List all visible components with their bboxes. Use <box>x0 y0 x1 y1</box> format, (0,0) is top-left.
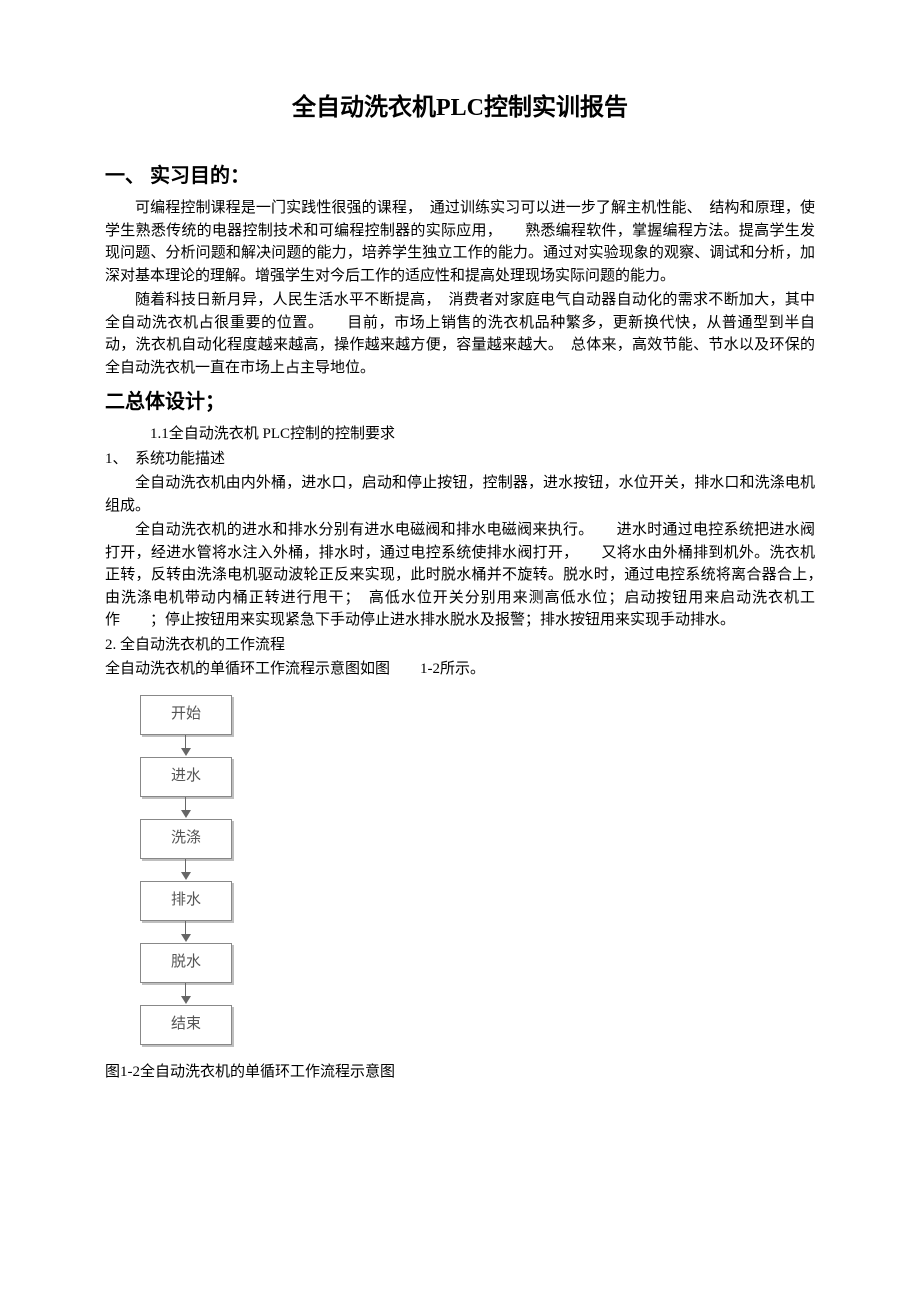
section-2-sub1: 1.1全自动洗衣机 PLC控制的控制要求 <box>105 423 815 446</box>
section-2-heading: 二总体设计； <box>105 387 815 417</box>
flowchart-arrow-icon <box>140 859 230 881</box>
flowchart-step-inlet: 进水 <box>140 757 232 797</box>
flowchart-arrow-icon <box>140 735 230 757</box>
figure-caption: 图1-2全自动洗衣机的单循环工作流程示意图 <box>105 1061 815 1084</box>
section-2-item1-p2: 全自动洗衣机的进水和排水分别有进水电磁阀和排水电磁阀来执行。 进水时通过电控系统… <box>105 519 815 632</box>
section-2-item2-p1: 全自动洗衣机的单循环工作流程示意图如图 1-2所示。 <box>105 658 815 681</box>
flowchart-arrow-icon <box>140 797 230 819</box>
section-2-item1-p1: 全自动洗衣机由内外桶，进水口，启动和停止按钮，控制器，进水按钮，水位开关，排水口… <box>105 472 815 517</box>
flowchart-step-drain: 排水 <box>140 881 232 921</box>
section-2-item2-label: 2. 全自动洗衣机的工作流程 <box>105 634 815 657</box>
flowchart-step-end: 结束 <box>140 1005 232 1045</box>
section-1-paragraph-2: 随着科技日新月异，人民生活水平不断提高， 消费者对家庭电气自动器自动化的需求不断… <box>105 289 815 379</box>
section-1-heading: 一、 实习目的： <box>105 161 815 191</box>
flowchart-step-wash: 洗涤 <box>140 819 232 859</box>
flowchart-step-spin: 脱水 <box>140 943 232 983</box>
section-2-item1-label: 1、 系统功能描述 <box>105 448 815 471</box>
document-title: 全自动洗衣机PLC控制实训报告 <box>105 90 815 126</box>
flowchart-arrow-icon <box>140 921 230 943</box>
flowchart-step-start: 开始 <box>140 695 232 735</box>
section-1-paragraph-1: 可编程控制课程是一门实践性很强的课程， 通过训练实习可以进一步了解主机性能、 结… <box>105 197 815 287</box>
flowchart-arrow-icon <box>140 983 230 1005</box>
flowchart: 开始 进水 洗涤 排水 脱水 结束 <box>140 695 815 1045</box>
